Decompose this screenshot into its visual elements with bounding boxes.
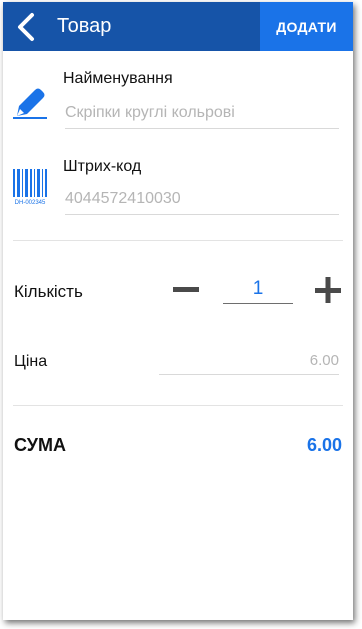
minus-icon: [173, 287, 199, 292]
page-title: Товар: [57, 15, 112, 37]
increase-quantity-button[interactable]: [313, 276, 343, 309]
divider: [13, 240, 343, 241]
svg-text:DH-002345: DH-002345: [15, 200, 46, 206]
quantity-input[interactable]: 1: [223, 278, 293, 304]
name-label: Найменування: [63, 70, 173, 87]
quantity-label: Кількість: [14, 282, 83, 301]
name-input[interactable]: Скріпки круглі кольрові: [65, 104, 339, 129]
barcode-input[interactable]: 4044572410030: [65, 190, 339, 215]
barcode-label: Штрих-код: [63, 158, 142, 175]
back-button[interactable]: [13, 12, 41, 42]
divider: [13, 405, 343, 406]
plus-icon: [315, 277, 341, 303]
add-button[interactable]: ДОДАТИ: [260, 2, 353, 51]
product-screen: Товар ДОДАТИ Найменування Скріпки круглі…: [3, 2, 353, 620]
price-label: Ціна: [14, 353, 48, 370]
total-label: СУМА: [14, 435, 66, 455]
chevron-left-icon: [18, 13, 34, 41]
top-app-bar: Товар ДОДАТИ: [3, 2, 353, 51]
price-input[interactable]: 6.00: [159, 352, 339, 375]
total-value: 6.00: [306, 435, 342, 455]
decrease-quantity-button[interactable]: [171, 278, 201, 307]
pen-icon: [11, 84, 49, 125]
barcode-icon: DH-002345: [11, 166, 49, 211]
